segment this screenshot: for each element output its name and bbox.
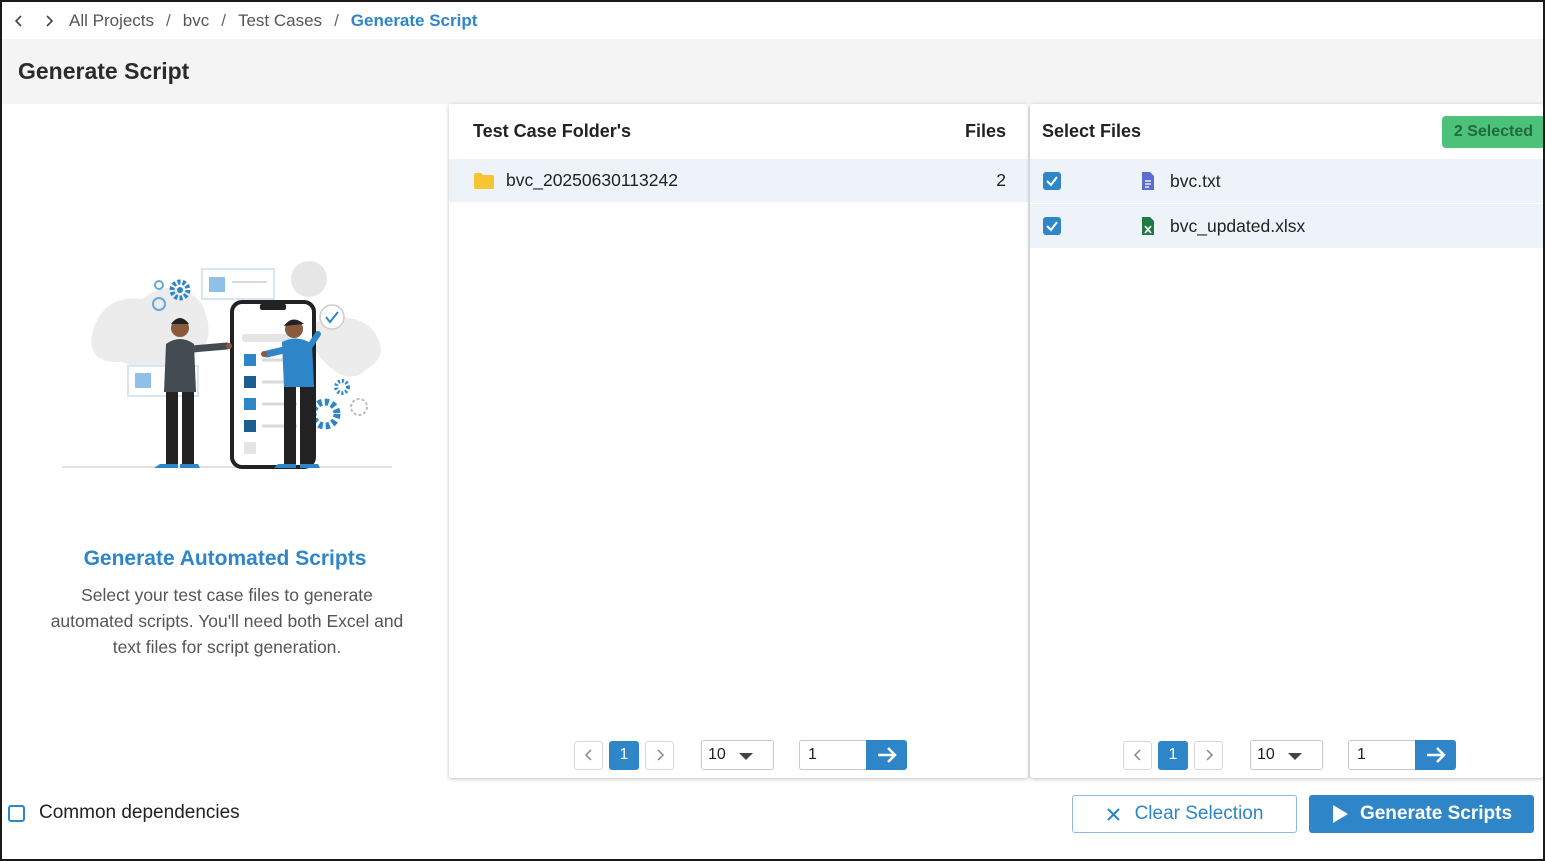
info-panel: Generate Automated Scripts Select your t… — [2, 104, 448, 784]
breadcrumb-current: Generate Script — [350, 10, 478, 30]
generate-scripts-button[interactable]: Generate Scripts — [1309, 795, 1534, 833]
generate-scripts-label: Generate Scripts — [1359, 803, 1513, 824]
common-dependencies-label: Common dependencies — [39, 802, 240, 823]
goto-arrow-button[interactable] — [866, 740, 907, 770]
next-page-icon[interactable] — [1194, 740, 1223, 770]
breadcrumb-separator: / — [221, 10, 226, 30]
files-pagination: 1 10 1 — [1123, 740, 1456, 770]
folder-name: bvc_20250630113242 — [506, 170, 678, 190]
automation-illustration — [62, 261, 392, 469]
info-heading: Generate Automated Scripts — [83, 547, 367, 570]
goto-page-input[interactable]: 1 — [799, 740, 866, 770]
breadcrumb-separator: / — [334, 10, 339, 30]
folder-row[interactable]: bvc_20250630113242 2 — [449, 159, 1028, 202]
close-icon — [1106, 807, 1120, 821]
folders-header-files: Files — [964, 121, 1006, 141]
chevron-down-icon — [1288, 753, 1302, 760]
current-page-button[interactable]: 1 — [1158, 740, 1188, 770]
folders-header: Test Case Folder's Files — [449, 104, 1028, 159]
select-files-panel: Select Files 2 Selected bvc.txt bvc_upda… — [1030, 104, 1545, 778]
next-page-icon[interactable] — [645, 740, 674, 770]
file-checkbox[interactable] — [1043, 217, 1061, 235]
breadcrumb: All Projects / bvc / Test Cases / Genera… — [2, 2, 1543, 39]
prev-page-icon[interactable] — [1123, 740, 1152, 770]
info-description: Select your test case files to generate … — [50, 585, 404, 657]
file-name: bvc.txt — [1170, 170, 1221, 191]
page-size-select[interactable]: 10 — [1250, 740, 1323, 770]
goto-page: 1 — [1348, 740, 1456, 770]
goto-page-input[interactable]: 1 — [1348, 740, 1415, 770]
test-case-folders-panel: Test Case Folder's Files bvc_20250630113… — [449, 104, 1028, 778]
checkbox-box[interactable] — [8, 804, 25, 822]
files-header-title: Select Files — [1042, 121, 1142, 141]
file-checkbox[interactable] — [1043, 172, 1061, 190]
page-size-value: 10 — [1257, 746, 1275, 763]
file-row[interactable]: bvc_updated.xlsx — [1030, 204, 1543, 249]
page-size-select[interactable]: 10 — [701, 740, 774, 770]
folders-header-name: Test Case Folder's — [473, 121, 632, 141]
excel-file-icon — [1140, 216, 1156, 236]
goto-arrow-button[interactable] — [1415, 740, 1456, 770]
back-icon[interactable] — [8, 14, 30, 28]
chevron-down-icon — [739, 753, 753, 760]
common-dependencies-checkbox[interactable]: Common dependencies — [8, 802, 240, 824]
page-title: Generate Script — [18, 58, 190, 84]
breadcrumb-all-projects[interactable]: All Projects — [69, 11, 154, 31]
clear-selection-label: Clear Selection — [1134, 803, 1264, 824]
page-header: Generate Script — [2, 39, 1543, 104]
breadcrumb-separator: / — [166, 10, 171, 30]
prev-page-icon[interactable] — [574, 740, 603, 770]
page-size-value: 10 — [708, 746, 726, 763]
folders-pagination: 1 10 1 — [574, 740, 907, 770]
clear-selection-button[interactable]: Clear Selection — [1072, 795, 1297, 833]
files-header: Select Files 2 Selected — [1030, 104, 1545, 159]
selected-count-badge: 2 Selected — [1441, 115, 1545, 148]
file-row[interactable]: bvc.txt — [1030, 159, 1543, 204]
breadcrumb-project[interactable]: bvc — [183, 11, 209, 31]
file-name: bvc_updated.xlsx — [1170, 215, 1306, 236]
play-icon — [1332, 805, 1348, 823]
folder-file-count: 2 — [996, 170, 1006, 190]
forward-icon[interactable] — [38, 14, 60, 28]
text-file-icon — [1140, 171, 1156, 191]
folder-icon — [474, 172, 494, 189]
breadcrumb-test-cases[interactable]: Test Cases — [238, 11, 322, 31]
goto-page: 1 — [799, 740, 907, 770]
current-page-button[interactable]: 1 — [609, 740, 639, 770]
